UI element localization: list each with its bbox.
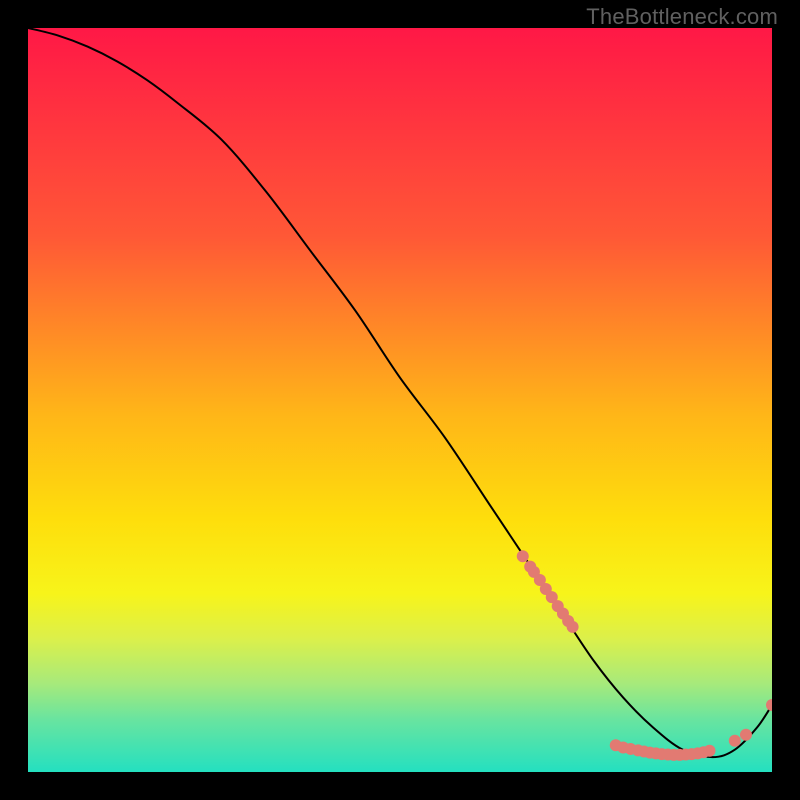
chart-canvas <box>28 28 772 772</box>
bottleneck-chart <box>28 28 772 772</box>
chart-background <box>28 28 772 772</box>
watermark-text: TheBottleneck.com <box>586 4 778 30</box>
data-point <box>740 729 752 741</box>
data-point <box>517 550 529 562</box>
data-point <box>729 735 741 747</box>
data-point <box>704 745 716 757</box>
data-point <box>567 621 579 633</box>
